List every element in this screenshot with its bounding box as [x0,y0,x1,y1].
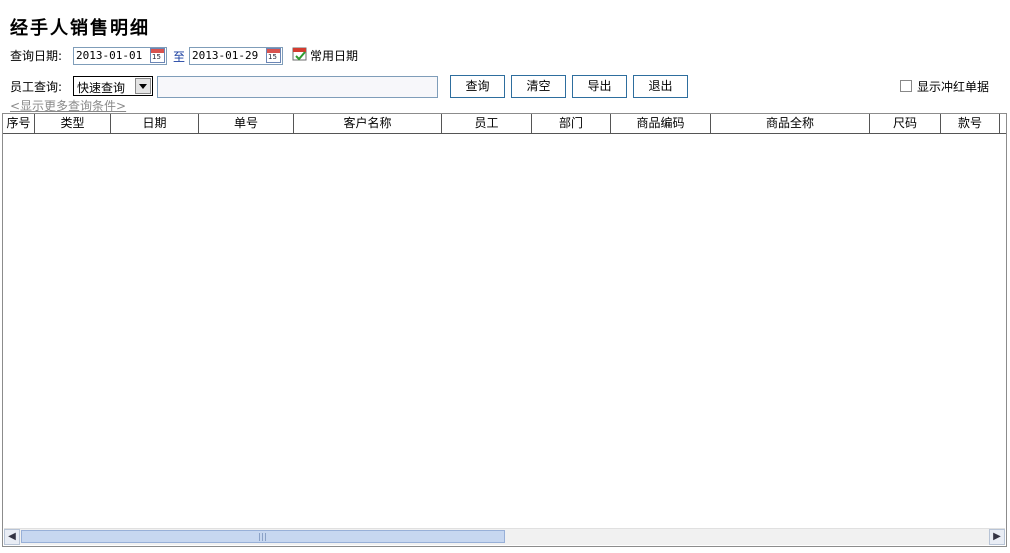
export-button[interactable]: 导出 [572,75,627,98]
column-header-product-name[interactable]: 商品全称 [711,114,870,133]
calendar-icon[interactable]: 15 [150,48,165,63]
exit-button[interactable]: 退出 [633,75,688,98]
calendar-icon[interactable]: 15 [266,48,281,63]
calendar-icon-day: 15 [268,53,277,61]
column-header-type[interactable]: 类型 [35,114,111,133]
column-header-style-no[interactable]: 款号 [941,114,1000,133]
clear-button[interactable]: 清空 [511,75,566,98]
calendar-check-icon[interactable] [292,46,308,62]
date-range-separator: 至 [173,50,186,64]
more-conditions-link[interactable]: <显示更多查询条件> [10,97,126,114]
scroll-right-icon[interactable]: ▶ [989,529,1005,545]
common-dates-link[interactable]: 常用日期 [310,47,358,64]
page-title: 经手人销售明细 [10,18,150,39]
column-header-employee[interactable]: 员工 [442,114,532,133]
chevron-down-icon[interactable] [135,78,151,94]
query-date-label: 查询日期: [10,49,63,63]
query-mode-select[interactable]: 快速查询 [73,76,153,96]
column-header-product-code[interactable]: 商品编码 [611,114,711,133]
scroll-thumb[interactable] [21,530,505,543]
query-button[interactable]: 查询 [450,75,505,98]
start-date-value: 2013-01-01 [76,49,143,62]
column-header-order-no[interactable]: 单号 [199,114,294,133]
calendar-icon-day: 15 [152,53,161,61]
data-grid[interactable]: 序号 类型 日期 单号 客户名称 员工 部门 商品编码 商品全称 尺码 款号 ◀… [2,113,1007,547]
show-reversed-label: 显示冲红单据 [917,80,990,94]
grid-header: 序号 类型 日期 单号 客户名称 员工 部门 商品编码 商品全称 尺码 款号 [3,114,1006,134]
scroll-left-icon[interactable]: ◀ [4,529,20,545]
employee-search-input[interactable] [157,76,438,98]
column-header-size[interactable]: 尺码 [870,114,941,133]
end-date-value: 2013-01-29 [192,49,259,62]
column-header-date[interactable]: 日期 [111,114,199,133]
show-reversed-checkbox[interactable] [900,80,912,92]
column-header-index[interactable]: 序号 [3,114,35,133]
employee-query-label: 员工查询: [10,80,63,94]
column-header-department[interactable]: 部门 [532,114,611,133]
query-mode-value: 快速查询 [77,81,126,95]
horizontal-scrollbar[interactable]: ◀ ▶ [4,528,1005,545]
column-header-customer[interactable]: 客户名称 [294,114,442,133]
